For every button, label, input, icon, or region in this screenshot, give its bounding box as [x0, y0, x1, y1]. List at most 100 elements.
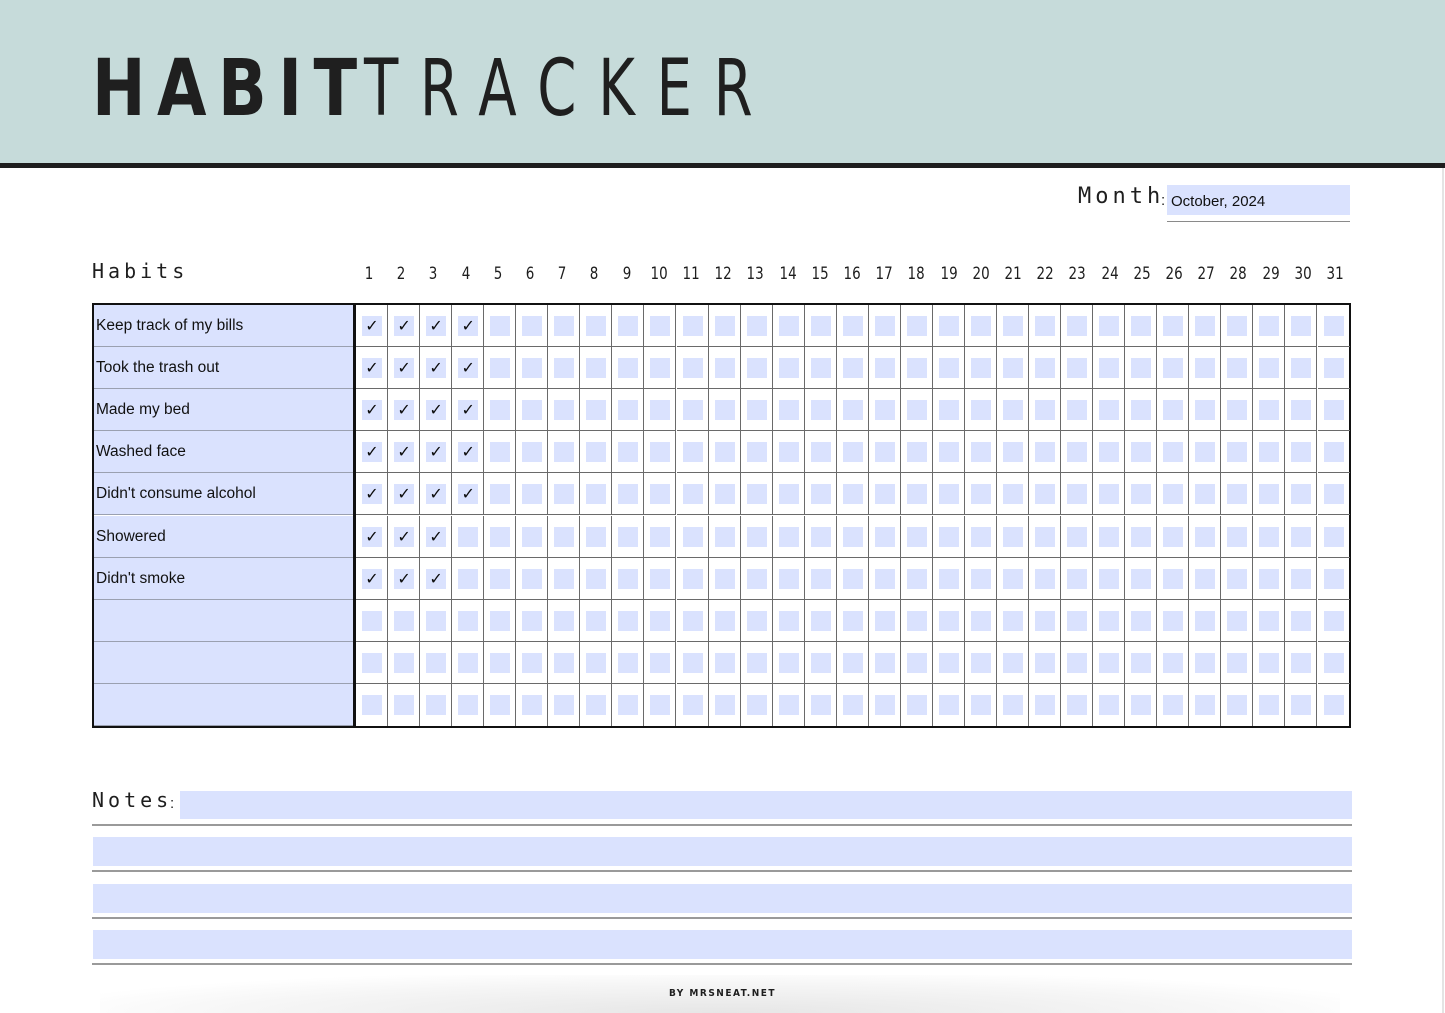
- empty-checkbox[interactable]: [778, 526, 799, 547]
- empty-checkbox[interactable]: [970, 442, 991, 463]
- empty-checkbox[interactable]: [1035, 568, 1056, 589]
- empty-checkbox[interactable]: [1323, 484, 1344, 505]
- empty-checkbox[interactable]: [938, 484, 959, 505]
- empty-checkbox[interactable]: [810, 358, 831, 379]
- empty-checkbox[interactable]: [618, 316, 639, 336]
- habit-name-field[interactable]: [94, 599, 353, 642]
- habit-name-field[interactable]: Washed face: [94, 431, 353, 474]
- empty-checkbox[interactable]: [1035, 484, 1056, 505]
- empty-checkbox[interactable]: [522, 526, 543, 547]
- empty-checkbox[interactable]: [458, 526, 479, 547]
- empty-checkbox[interactable]: [1003, 694, 1023, 715]
- empty-checkbox[interactable]: [746, 316, 767, 336]
- empty-checkbox[interactable]: [874, 358, 895, 379]
- empty-checkbox[interactable]: [1195, 400, 1216, 421]
- checked-checkbox[interactable]: ✓: [426, 316, 447, 336]
- empty-checkbox[interactable]: [1035, 652, 1056, 673]
- empty-checkbox[interactable]: [938, 694, 959, 715]
- empty-checkbox[interactable]: [810, 526, 831, 547]
- empty-checkbox[interactable]: [554, 694, 575, 715]
- empty-checkbox[interactable]: [490, 484, 511, 505]
- empty-checkbox[interactable]: [874, 610, 895, 631]
- empty-checkbox[interactable]: [1099, 610, 1120, 631]
- empty-checkbox[interactable]: [586, 652, 607, 673]
- empty-checkbox[interactable]: [874, 400, 895, 421]
- empty-checkbox[interactable]: [586, 610, 607, 631]
- empty-checkbox[interactable]: [1163, 526, 1184, 547]
- checked-checkbox[interactable]: ✓: [426, 568, 447, 589]
- empty-checkbox[interactable]: [1259, 442, 1280, 463]
- empty-checkbox[interactable]: [874, 652, 895, 673]
- checked-checkbox[interactable]: ✓: [362, 442, 382, 463]
- empty-checkbox[interactable]: [714, 484, 735, 505]
- empty-checkbox[interactable]: [874, 484, 895, 505]
- empty-checkbox[interactable]: [1323, 358, 1344, 379]
- empty-checkbox[interactable]: [714, 694, 735, 715]
- habit-name-field[interactable]: Didn't consume alcohol: [94, 473, 353, 516]
- empty-checkbox[interactable]: [682, 526, 703, 547]
- month-input[interactable]: [1167, 185, 1350, 215]
- empty-checkbox[interactable]: [778, 652, 799, 673]
- empty-checkbox[interactable]: [1291, 442, 1312, 463]
- empty-checkbox[interactable]: [1131, 652, 1152, 673]
- empty-checkbox[interactable]: [490, 610, 511, 631]
- checked-checkbox[interactable]: ✓: [458, 442, 479, 463]
- empty-checkbox[interactable]: [586, 400, 607, 421]
- empty-checkbox[interactable]: [810, 442, 831, 463]
- empty-checkbox[interactable]: [1323, 442, 1344, 463]
- empty-checkbox[interactable]: [874, 316, 895, 336]
- empty-checkbox[interactable]: [586, 484, 607, 505]
- empty-checkbox[interactable]: [1003, 526, 1023, 547]
- checked-checkbox[interactable]: ✓: [458, 484, 479, 505]
- empty-checkbox[interactable]: [1259, 568, 1280, 589]
- empty-checkbox[interactable]: [1163, 694, 1184, 715]
- empty-checkbox[interactable]: [1131, 400, 1152, 421]
- empty-checkbox[interactable]: [1227, 568, 1248, 589]
- empty-checkbox[interactable]: [682, 694, 703, 715]
- empty-checkbox[interactable]: [970, 400, 991, 421]
- empty-checkbox[interactable]: [1195, 652, 1216, 673]
- empty-checkbox[interactable]: [1067, 442, 1088, 463]
- empty-checkbox[interactable]: [1291, 316, 1312, 336]
- empty-checkbox[interactable]: [1003, 484, 1023, 505]
- empty-checkbox[interactable]: [842, 358, 863, 379]
- checked-checkbox[interactable]: ✓: [394, 316, 415, 336]
- empty-checkbox[interactable]: [1067, 652, 1088, 673]
- empty-checkbox[interactable]: [1067, 400, 1088, 421]
- checked-checkbox[interactable]: ✓: [362, 526, 382, 547]
- empty-checkbox[interactable]: [1195, 568, 1216, 589]
- empty-checkbox[interactable]: [810, 484, 831, 505]
- empty-checkbox[interactable]: [586, 526, 607, 547]
- empty-checkbox[interactable]: [1323, 400, 1344, 421]
- empty-checkbox[interactable]: [554, 568, 575, 589]
- empty-checkbox[interactable]: [1163, 610, 1184, 631]
- empty-checkbox[interactable]: [1003, 358, 1023, 379]
- empty-checkbox[interactable]: [1163, 442, 1184, 463]
- empty-checkbox[interactable]: [1291, 694, 1312, 715]
- empty-checkbox[interactable]: [1099, 400, 1120, 421]
- empty-checkbox[interactable]: [778, 694, 799, 715]
- empty-checkbox[interactable]: [906, 568, 927, 589]
- empty-checkbox[interactable]: [682, 400, 703, 421]
- empty-checkbox[interactable]: [682, 652, 703, 673]
- empty-checkbox[interactable]: [842, 400, 863, 421]
- empty-checkbox[interactable]: [810, 568, 831, 589]
- empty-checkbox[interactable]: [1227, 442, 1248, 463]
- checked-checkbox[interactable]: ✓: [362, 316, 382, 336]
- empty-checkbox[interactable]: [714, 358, 735, 379]
- empty-checkbox[interactable]: [970, 610, 991, 631]
- empty-checkbox[interactable]: [1259, 484, 1280, 505]
- checked-checkbox[interactable]: ✓: [458, 358, 479, 379]
- empty-checkbox[interactable]: [586, 694, 607, 715]
- habit-name-field[interactable]: [94, 683, 353, 726]
- empty-checkbox[interactable]: [1131, 526, 1152, 547]
- empty-checkbox[interactable]: [1259, 652, 1280, 673]
- empty-checkbox[interactable]: [938, 358, 959, 379]
- empty-checkbox[interactable]: [1035, 694, 1056, 715]
- notes-line-3[interactable]: [93, 884, 1352, 913]
- empty-checkbox[interactable]: [618, 610, 639, 631]
- empty-checkbox[interactable]: [554, 316, 575, 336]
- empty-checkbox[interactable]: [1227, 400, 1248, 421]
- empty-checkbox[interactable]: [650, 568, 671, 589]
- empty-checkbox[interactable]: [1195, 358, 1216, 379]
